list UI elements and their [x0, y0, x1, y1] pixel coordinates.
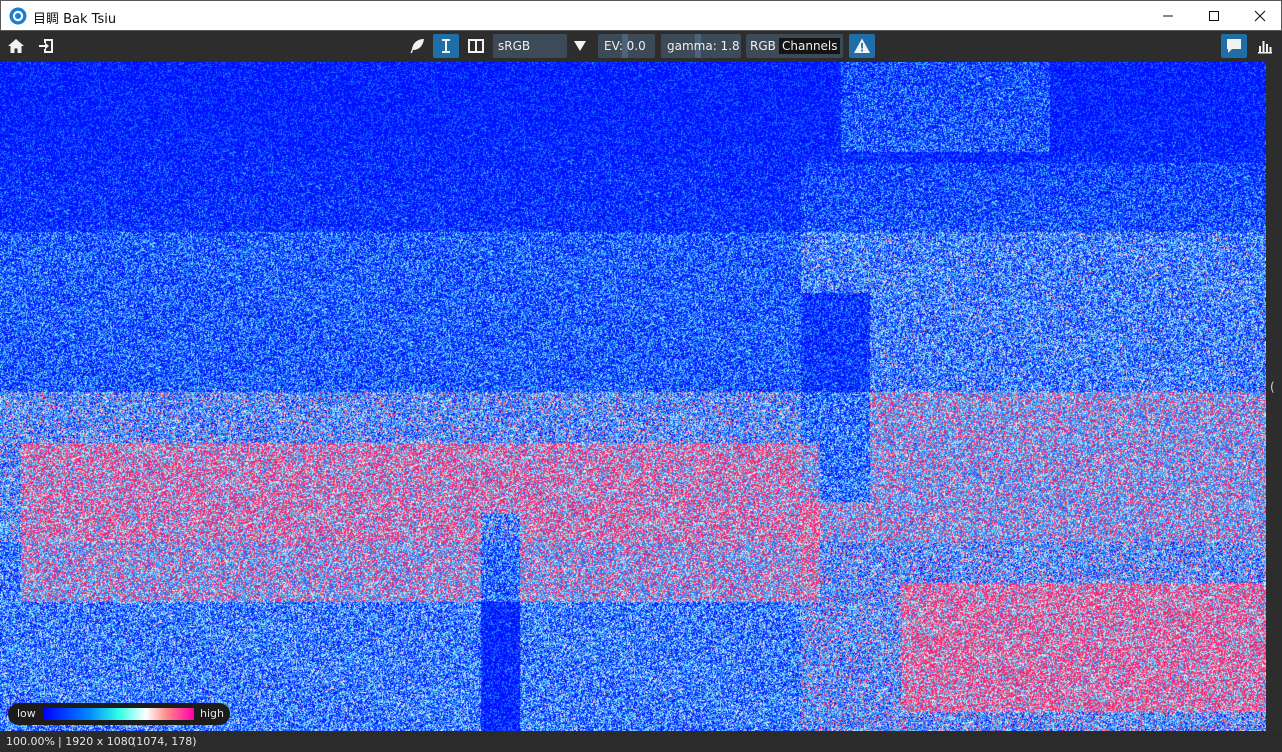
- side-panel-collapsed: (: [1266, 62, 1282, 731]
- channel-selector: RGB Channels: [746, 34, 843, 58]
- image-resolution: | 1920 x 1080: [58, 735, 135, 748]
- legend-low-label: low: [17, 707, 36, 720]
- close-icon: [1254, 10, 1266, 22]
- split-view-button[interactable]: [463, 34, 489, 58]
- cursor-tool-button[interactable]: [433, 34, 459, 58]
- histogram-icon: [1258, 41, 1272, 54]
- colorspace-value: sRGB: [498, 39, 531, 53]
- colorspace-select[interactable]: sRGB: [493, 34, 567, 58]
- cursor-coordinates: (1074, 178): [132, 735, 197, 748]
- split-view-icon: [468, 39, 484, 53]
- heatmap-image[interactable]: [0, 62, 1266, 731]
- side-panel-handle[interactable]: (: [1270, 380, 1275, 394]
- gamma-value: gamma: 1.8: [667, 39, 740, 53]
- close-button[interactable]: [1237, 1, 1282, 31]
- maximize-icon: [1209, 11, 1219, 21]
- home-icon: [8, 39, 24, 53]
- comments-button[interactable]: [1221, 34, 1247, 58]
- colorspace-dropdown-button[interactable]: [567, 34, 593, 58]
- title-bar: 目睭 Bak Tsiu: [0, 0, 1282, 31]
- open-file-icon: [39, 39, 53, 53]
- warning-icon: [854, 38, 870, 53]
- legend-gradient: [44, 708, 194, 720]
- app-eye-logo-icon: [9, 7, 27, 25]
- feather-icon: [410, 39, 424, 53]
- warning-button[interactable]: [849, 34, 875, 58]
- status-bar: 100.00% | 1920 x 1080 (1074, 178): [0, 731, 1282, 752]
- heatmap-legend: low high: [8, 703, 230, 725]
- legend-high-label: high: [200, 707, 224, 720]
- draw-tool-button[interactable]: [404, 34, 430, 58]
- maximize-button[interactable]: [1191, 1, 1237, 31]
- toolbar: sRGB EV: 0.0 gamma: 1.8 RGB Channels: [0, 31, 1282, 62]
- channel-prefix: RGB: [750, 39, 776, 53]
- window-title: 目睭 Bak Tsiu: [33, 12, 117, 27]
- histogram-button[interactable]: [1252, 34, 1278, 58]
- zoom-level: 100.00%: [6, 735, 55, 748]
- home-button[interactable]: [3, 34, 29, 58]
- image-viewer[interactable]: low high: [0, 62, 1266, 731]
- channel-input[interactable]: Channels: [779, 38, 840, 54]
- comment-icon: [1227, 39, 1241, 53]
- minimize-icon: [1163, 15, 1173, 17]
- gamma-slider[interactable]: gamma: 1.8: [661, 34, 741, 58]
- exposure-slider[interactable]: EV: 0.0: [598, 34, 655, 58]
- minimize-button[interactable]: [1145, 1, 1191, 31]
- open-file-button[interactable]: [33, 34, 59, 58]
- chevron-down-icon: [574, 41, 586, 51]
- text-cursor-icon: [442, 39, 450, 53]
- exposure-value: EV: 0.0: [604, 39, 646, 53]
